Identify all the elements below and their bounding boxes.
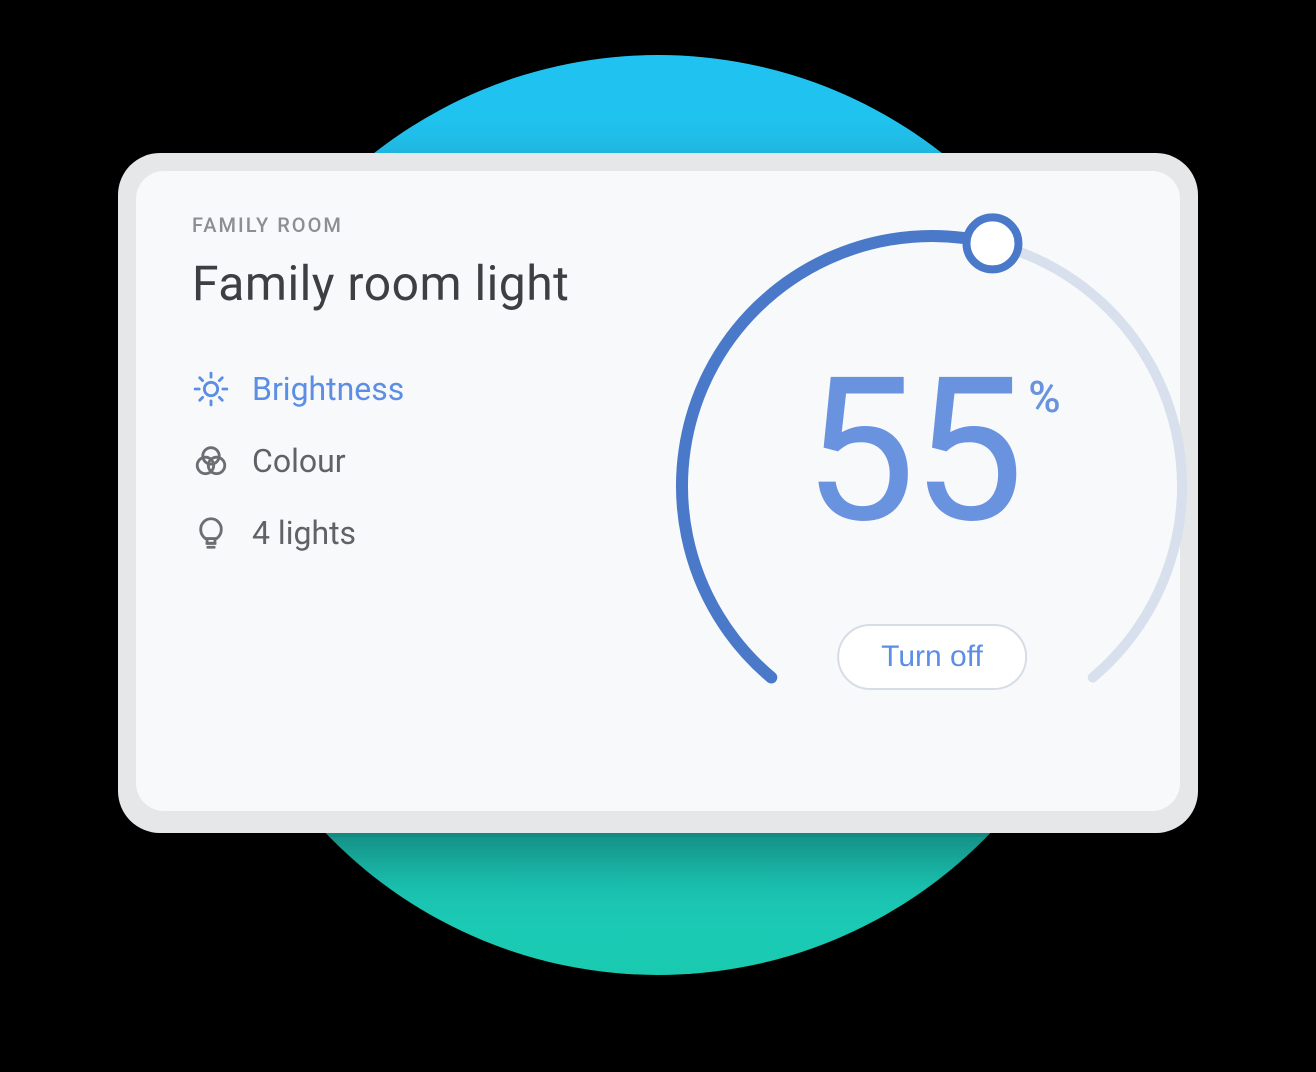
smart-display-frame: FAMILY ROOM Family room light bbox=[118, 153, 1198, 833]
left-column: FAMILY ROOM Family room light bbox=[192, 213, 622, 769]
brightness-dial[interactable]: 55 % Turn off bbox=[642, 196, 1222, 776]
dial-value-unit: % bbox=[1028, 371, 1060, 423]
option-lights-label: 4 lights bbox=[252, 514, 356, 552]
right-column: 55 % Turn off bbox=[642, 213, 1222, 769]
bulb-icon bbox=[192, 514, 230, 552]
stage: FAMILY ROOM Family room light bbox=[0, 0, 1316, 1072]
option-colour-label: Colour bbox=[252, 442, 346, 480]
option-colour[interactable]: Colour bbox=[192, 442, 622, 480]
dial-value-number: 55 bbox=[803, 351, 1020, 551]
options-list: Brightness Colour bbox=[192, 370, 622, 552]
brightness-icon bbox=[192, 370, 230, 408]
option-brightness[interactable]: Brightness bbox=[192, 370, 622, 408]
device-title: Family room light bbox=[192, 255, 622, 312]
option-lights[interactable]: 4 lights bbox=[192, 514, 622, 552]
room-label: FAMILY ROOM bbox=[192, 213, 622, 237]
option-brightness-label: Brightness bbox=[252, 370, 404, 408]
turn-off-button[interactable]: Turn off bbox=[837, 624, 1027, 690]
colour-icon bbox=[192, 442, 230, 480]
dial-value-readout: 55 % bbox=[803, 351, 1060, 551]
smart-display-screen: FAMILY ROOM Family room light bbox=[136, 171, 1180, 811]
dial-handle[interactable] bbox=[966, 218, 1018, 270]
